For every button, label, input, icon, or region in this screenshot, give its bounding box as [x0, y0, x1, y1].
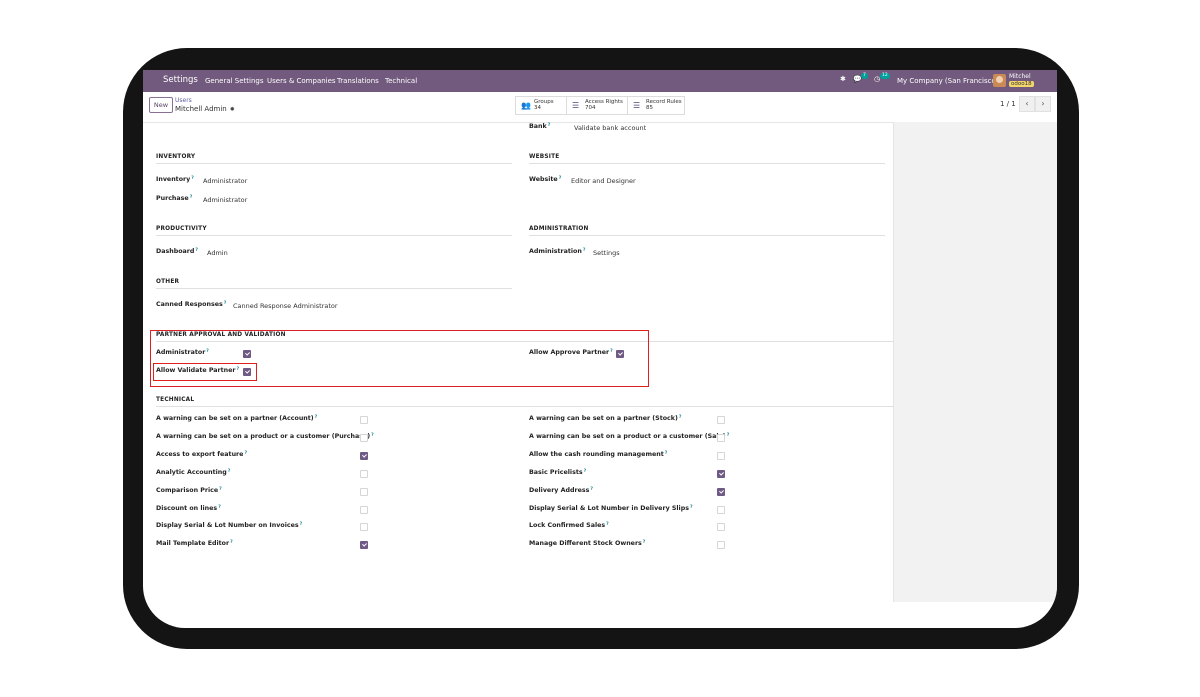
- technical-right-label: Basic Pricelists?: [529, 469, 587, 476]
- website-label: Website?: [529, 176, 562, 183]
- menu-users-companies[interactable]: Users & Companies: [267, 77, 336, 85]
- list-icon: ☰: [633, 101, 641, 110]
- page-title: Mitchell Admin ✹: [175, 105, 235, 113]
- bug-icon[interactable]: ✱: [840, 75, 846, 83]
- technical-right-label: A warning can be set on a product or a c…: [529, 433, 730, 440]
- technical-right-checkbox[interactable]: [717, 523, 725, 531]
- technical-left-label: Analytic Accounting?: [156, 469, 231, 476]
- canned-responses-label: Canned Responses?: [156, 301, 227, 308]
- purchase-label: Purchase?: [156, 195, 193, 202]
- divider: [156, 163, 512, 164]
- technical-left-checkbox[interactable]: [360, 541, 368, 549]
- record-rules-smart-button[interactable]: ☰ Record Rules 85: [627, 96, 685, 115]
- app-screen: Settings General Settings Users & Compan…: [143, 70, 1057, 628]
- db-name: odoo18: [1009, 81, 1034, 87]
- technical-right-checkbox[interactable]: [717, 434, 725, 442]
- top-navbar: Settings General Settings Users & Compan…: [143, 70, 1057, 92]
- divider: [529, 163, 885, 164]
- user-menu[interactable]: Mitchel odoo18: [1009, 73, 1034, 88]
- company-switcher[interactable]: My Company (San Francisco): [897, 77, 998, 85]
- website-value[interactable]: Editor and Designer: [571, 177, 636, 185]
- chatter-panel: [893, 122, 1057, 602]
- technical-left-label: Access to export feature?: [156, 451, 248, 458]
- technical-left-label: A warning can be set on a partner (Accou…: [156, 415, 318, 422]
- productivity-section-title: PRODUCTIVITY: [156, 226, 207, 232]
- chevron-left-icon[interactable]: ‹: [1019, 96, 1035, 112]
- inventory-value[interactable]: Administrator: [203, 177, 247, 185]
- other-section-title: OTHER: [156, 279, 180, 285]
- menu-translations[interactable]: Translations: [337, 77, 379, 85]
- technical-left-label: Discount on lines?: [156, 505, 221, 512]
- menu-general-settings[interactable]: General Settings: [205, 77, 264, 85]
- administration-section-title: ADMINISTRATION: [529, 226, 589, 232]
- technical-right-label: Lock Confirmed Sales?: [529, 522, 609, 529]
- messages-badge: 7: [861, 73, 868, 79]
- technical-right-checkbox[interactable]: [717, 470, 725, 478]
- menu-technical[interactable]: Technical: [385, 77, 417, 85]
- access-rights-count: 704: [585, 105, 596, 111]
- technical-left-checkbox[interactable]: [360, 434, 368, 442]
- technical-left-checkbox[interactable]: [360, 506, 368, 514]
- bank-value[interactable]: Validate bank account: [574, 124, 646, 132]
- technical-left-label: Mail Template Editor?: [156, 540, 233, 547]
- canned-responses-value[interactable]: Canned Response Administrator: [233, 302, 338, 310]
- new-button[interactable]: New: [149, 97, 173, 113]
- record-rules-count: 85: [646, 105, 653, 111]
- technical-left-label: Display Serial & Lot Number on Invoices?: [156, 522, 303, 529]
- technical-left-checkbox[interactable]: [360, 470, 368, 478]
- technical-left-label: Comparison Price?: [156, 487, 222, 494]
- divider: [156, 235, 512, 236]
- technical-left-checkbox[interactable]: [360, 523, 368, 531]
- technical-right-checkbox[interactable]: [717, 488, 725, 496]
- app-brand[interactable]: Settings: [163, 75, 198, 85]
- technical-left-checkbox[interactable]: [360, 452, 368, 460]
- groups-count: 34: [534, 105, 541, 111]
- technical-right-checkbox[interactable]: [717, 541, 725, 549]
- technical-right-label: Display Serial & Lot Number in Delivery …: [529, 505, 693, 512]
- users-icon: 👥: [521, 101, 531, 110]
- list-icon: ☰: [572, 101, 580, 110]
- technical-section-title: TECHNICAL: [156, 397, 195, 403]
- administration-value[interactable]: Settings: [593, 249, 620, 257]
- dashboard-value[interactable]: Admin: [207, 249, 228, 257]
- technical-left-label: A warning can be set on a product or a c…: [156, 433, 374, 440]
- pager-value: 1 / 1: [1000, 100, 1016, 108]
- control-panel: New Users Mitchell Admin ✹ 👥 Groups 34 ☰ A…: [143, 92, 1057, 123]
- inventory-label: Inventory?: [156, 176, 194, 183]
- technical-right-label: Manage Different Stock Owners?: [529, 540, 646, 547]
- technical-right-checkbox[interactable]: [717, 416, 725, 424]
- website-section-title: WEBSITE: [529, 154, 560, 160]
- groups-smart-button[interactable]: 👥 Groups 34: [515, 96, 567, 115]
- allow-validate-partner-highlight: [153, 363, 257, 381]
- divider: [156, 406, 893, 407]
- technical-right-checkbox[interactable]: [717, 506, 725, 514]
- access-rights-smart-button[interactable]: ☰ Access Rights 704: [566, 96, 628, 115]
- technical-right-checkbox[interactable]: [717, 452, 725, 460]
- technical-right-label: Delivery Address?: [529, 487, 593, 494]
- technical-left-checkbox[interactable]: [360, 488, 368, 496]
- user-name: Mitchel: [1009, 73, 1031, 80]
- technical-right-label: A warning can be set on a partner (Stock…: [529, 415, 682, 422]
- purchase-value[interactable]: Administrator: [203, 196, 247, 204]
- inventory-section-title: INVENTORY: [156, 154, 196, 160]
- breadcrumb-users[interactable]: Users: [175, 97, 192, 104]
- technical-left-checkbox[interactable]: [360, 416, 368, 424]
- activities-badge: 12: [880, 73, 890, 79]
- dashboard-label: Dashboard?: [156, 248, 199, 255]
- administration-label: Administration?: [529, 248, 586, 255]
- chevron-right-icon[interactable]: ›: [1035, 96, 1051, 112]
- bank-label: Bank?: [529, 123, 551, 130]
- gear-icon[interactable]: ✹: [230, 106, 235, 113]
- divider: [156, 288, 512, 289]
- breadcrumb-current: Mitchell Admin: [175, 105, 227, 113]
- divider: [529, 235, 885, 236]
- technical-right-label: Allow the cash rounding management?: [529, 451, 668, 458]
- avatar[interactable]: [993, 74, 1006, 87]
